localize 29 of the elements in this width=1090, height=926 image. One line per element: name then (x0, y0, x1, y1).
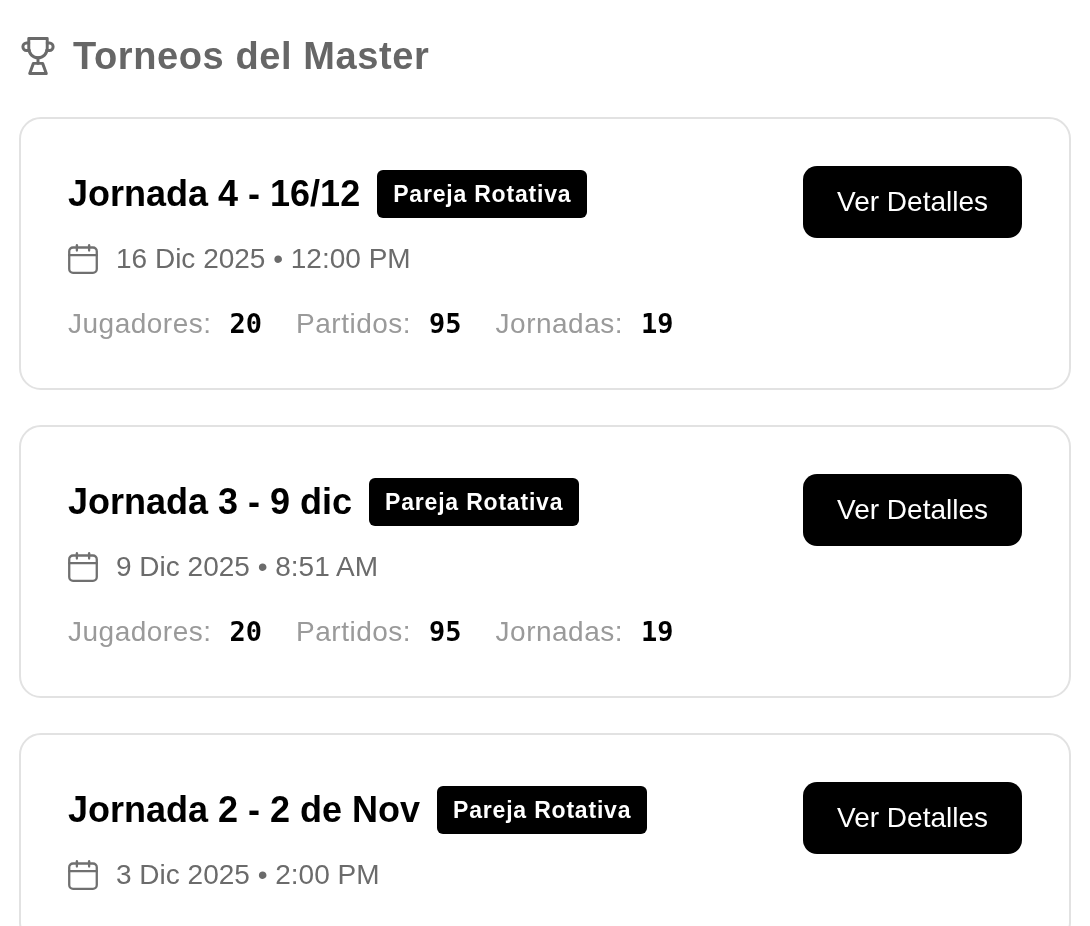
stat-value: 95 (429, 308, 462, 339)
stat-value: 95 (429, 616, 462, 647)
tournament-title: Jornada 4 - 16/12 (68, 173, 361, 215)
stat-label: Jugadores: (68, 616, 212, 648)
trophy-icon (20, 37, 56, 75)
details-button[interactable]: Ver Detalles (803, 474, 1022, 546)
tournament-title: Jornada 3 - 9 dic (68, 481, 353, 523)
stat-label: Jornadas: (495, 616, 624, 648)
mode-badge: Pareja Rotativa (377, 170, 588, 218)
details-button[interactable]: Ver Detalles (803, 782, 1022, 854)
mode-badge: Pareja Rotativa (437, 786, 648, 834)
stat-value: 19 (641, 616, 674, 647)
stat-label: Jugadores: (68, 308, 212, 340)
stat-value: 20 (229, 308, 263, 339)
date-time-text: 16 Dic 2025 • 12:00 PM (116, 243, 411, 275)
stat-value: 20 (229, 616, 263, 647)
stat-label: Partidos: (296, 308, 412, 340)
mode-badge: Pareja Rotativa (369, 478, 580, 526)
calendar-icon (68, 244, 98, 274)
date-time-text: 9 Dic 2025 • 8:51 AM (116, 551, 378, 583)
date-time-text: 3 Dic 2025 • 2:00 PM (116, 859, 380, 891)
stat-label: Partidos: (296, 616, 412, 648)
stat-value: 19 (641, 308, 674, 339)
details-button[interactable]: Ver Detalles (803, 166, 1022, 238)
calendar-icon (68, 552, 98, 582)
page-title: Torneos del Master (73, 34, 430, 78)
tournament-title: Jornada 2 - 2 de Nov (68, 789, 421, 831)
calendar-icon (68, 860, 98, 890)
stat-label: Jornadas: (495, 308, 624, 340)
